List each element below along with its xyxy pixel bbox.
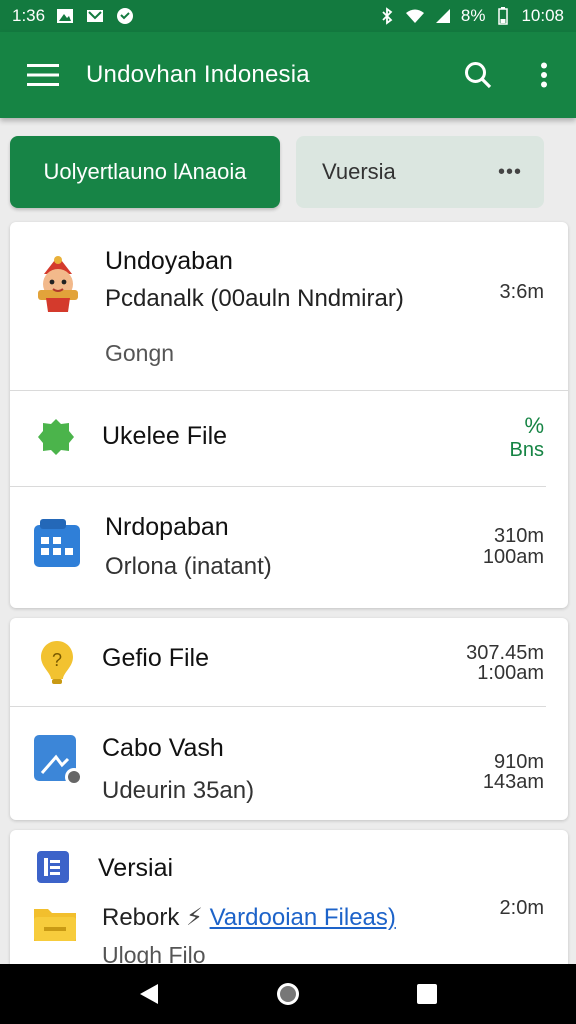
tab-versia[interactable]: Vuersia •••	[296, 136, 544, 208]
item-time-top: 307.45m	[466, 642, 544, 664]
back-icon	[140, 984, 159, 1004]
item-title: Nrdopaban	[105, 513, 229, 541]
image-file-icon	[32, 733, 88, 789]
item-subtitle: Rebork ⚡ Vardooian Fileas)	[102, 903, 396, 932]
folder-file-icon	[30, 898, 80, 948]
list-item[interactable]: Cabo Vash Udeurin 35an) 910m 143am	[10, 707, 568, 820]
more-horiz-icon[interactable]: •••	[498, 161, 522, 184]
home-icon	[276, 983, 299, 1005]
item-subtitle-prefix: Rebork	[102, 904, 180, 931]
item-subtitle: Orlona (inatant)	[105, 553, 272, 580]
recents-icon	[416, 984, 437, 1004]
item-time-top: 910m	[493, 751, 544, 773]
list-item[interactable]: Ukelee File % Bns	[10, 391, 568, 487]
item-title: Gefio File	[102, 644, 209, 672]
link-icon: ⚡	[186, 904, 203, 931]
status-bar: 1:36 8% 10:08	[0, 0, 576, 32]
back-button[interactable]	[129, 974, 169, 1014]
app-bar: Undovhan Indonesia	[0, 32, 576, 118]
app-title: Undovhan Indonesia	[86, 61, 310, 88]
list-item[interactable]: Nrdopaban Orlona (inatant) 310m 100am	[10, 487, 568, 608]
list-item[interactable]: Undoyaban Pcdanalk (00auln Nndmirar) Gon…	[10, 222, 568, 390]
item-time-bottom: 1:00am	[477, 662, 544, 684]
document-file-icon	[34, 848, 72, 886]
overflow-menu-button[interactable]	[512, 32, 576, 118]
item-meta: Gongn	[105, 340, 175, 366]
navigation-bar	[0, 964, 576, 1024]
item-time: 3:6m	[499, 281, 544, 303]
item-title: Ukelee File	[102, 422, 228, 450]
recents-button[interactable]	[407, 974, 447, 1014]
cloud-file-icon	[34, 415, 78, 459]
wifi-icon	[405, 7, 425, 25]
character-avatar-icon	[30, 256, 86, 312]
search-icon	[465, 62, 492, 89]
search-button[interactable]	[444, 32, 512, 118]
item-time-bottom: 100am	[482, 546, 544, 568]
battery-percent: 8%	[460, 6, 486, 25]
spreadsheet-file-icon	[32, 517, 82, 569]
tab-bar: Uolyertlauno lAnaoia Vuersia •••	[10, 136, 544, 208]
menu-button[interactable]	[0, 32, 86, 118]
status-time: 1:36	[12, 6, 46, 25]
item-time-bottom: 143am	[482, 771, 544, 793]
bluetooth-icon	[377, 7, 397, 25]
home-button[interactable]	[268, 974, 308, 1014]
item-status-bottom: Bns	[509, 439, 544, 461]
more-vert-icon	[541, 62, 547, 88]
status-clock: 10:08	[521, 6, 564, 25]
list-item[interactable]: ? Gefio File 307.45m 1:00am	[10, 618, 568, 708]
item-subtitle: Pcdanalk (00auln Nndmirar)	[105, 285, 404, 312]
lightbulb-file-icon: ?	[36, 638, 78, 686]
item-time: 2:0m	[499, 897, 544, 919]
tab-primary-label: Uolyertlauno lAnaoia	[43, 159, 247, 184]
file-card-1: Undoyaban Pcdanalk (00auln Nndmirar) Gon…	[10, 222, 568, 608]
chat-notification-icon	[115, 7, 135, 25]
item-title: Undoyaban	[105, 247, 233, 275]
image-notification-icon	[55, 7, 75, 25]
signal-icon	[433, 7, 453, 25]
item-link[interactable]: Vardooian Fileas)	[210, 904, 396, 931]
item-subtitle: Udeurin 35an)	[102, 777, 255, 804]
hamburger-menu-icon	[27, 64, 59, 86]
item-title: Versiai	[98, 854, 174, 882]
svg-text:?: ?	[52, 650, 62, 670]
list-item[interactable]: Versiai Rebork ⚡ Vardooian Fileas) Ulogh…	[10, 830, 568, 980]
file-card-2: ? Gefio File 307.45m 1:00am Cabo Vash Ud…	[10, 618, 568, 820]
item-title: Cabo Vash	[102, 734, 224, 762]
battery-icon	[493, 7, 513, 25]
file-card-3: Versiai Rebork ⚡ Vardooian Fileas) Ulogh…	[10, 830, 568, 980]
item-time-top: 310m	[493, 525, 544, 547]
mail-notification-icon	[85, 7, 105, 25]
tab-primary[interactable]: Uolyertlauno lAnaoia	[10, 136, 280, 208]
item-status-top: %	[524, 413, 544, 438]
tab-versia-label: Vuersia	[322, 159, 396, 184]
